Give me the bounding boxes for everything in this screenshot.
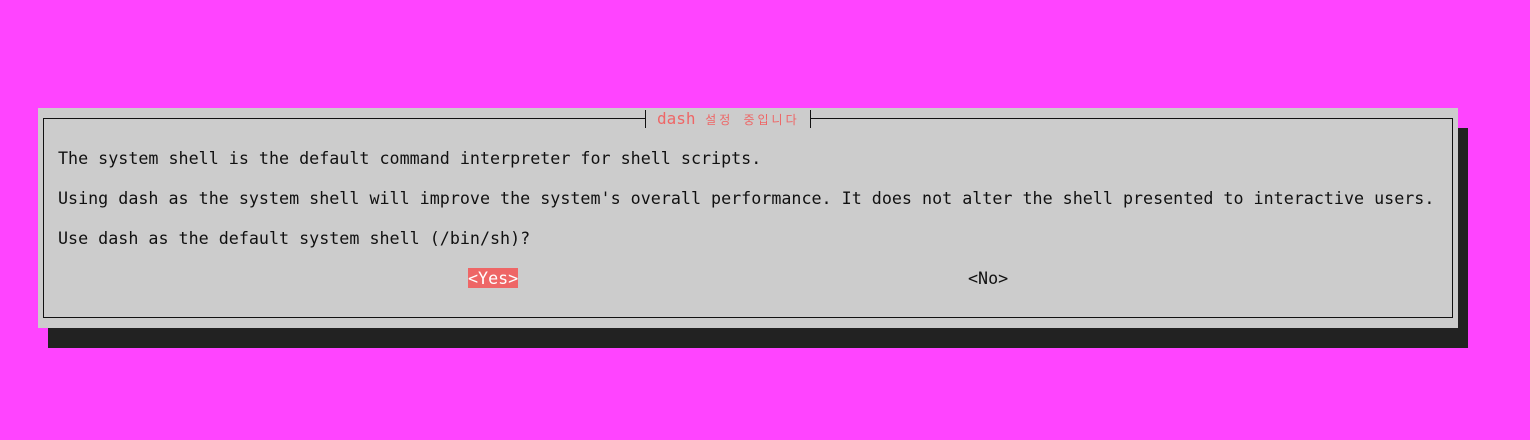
- question-text: Use dash as the default system shell (/b…: [58, 228, 531, 248]
- title-main: dash: [657, 109, 696, 128]
- yes-button[interactable]: <Yes>: [468, 268, 519, 288]
- dialog-title: dash 설정 중입니다: [641, 108, 816, 129]
- title-left-tee: [641, 108, 651, 129]
- no-button[interactable]: <No>: [968, 268, 1008, 288]
- description-line-2: Using dash as the system shell will impr…: [58, 188, 1435, 208]
- title-text: dash 설정 중입니다: [651, 109, 806, 128]
- description-line-1: The system shell is the default command …: [58, 148, 762, 168]
- title-right-tee: [806, 108, 816, 129]
- debconf-dialog: dash 설정 중입니다 The system shell is the def…: [38, 108, 1458, 328]
- title-sub: 설정 중입니다: [705, 113, 800, 127]
